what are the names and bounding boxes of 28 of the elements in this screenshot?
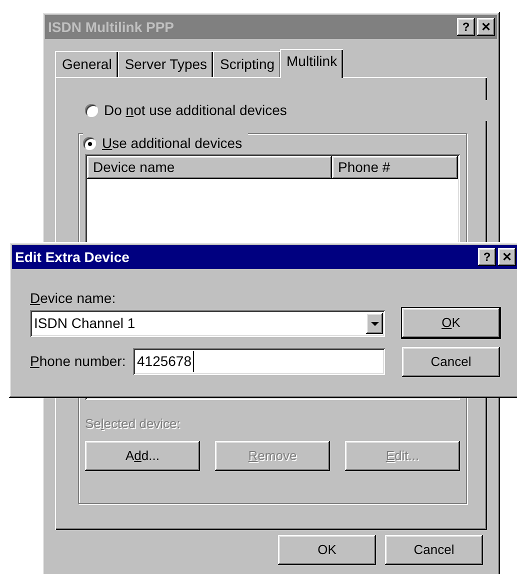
column-header[interactable]: Device name: [87, 156, 332, 179]
window-title: Edit Extra Device: [15, 248, 130, 266]
cancel-button[interactable]: Cancel: [385, 535, 483, 565]
add-button[interactable]: Add...: [85, 440, 200, 470]
ok-button[interactable]: OK: [402, 308, 500, 338]
ok-button[interactable]: OK: [278, 535, 376, 565]
radio-label[interactable]: Do not use additional devices: [104, 100, 287, 121]
phone-number-label: Phone number:: [30, 352, 127, 371]
help-button[interactable]: ?: [478, 248, 496, 266]
radio-button[interactable]: [83, 137, 96, 150]
selected-device-label: Selected device:: [85, 415, 182, 433]
dropdown-button[interactable]: [366, 313, 383, 334]
phone-number-field[interactable]: 4125678: [133, 348, 385, 375]
radio-button[interactable]: [85, 104, 98, 117]
device-name-combo[interactable]: ISDN Channel 1: [30, 310, 385, 337]
tab[interactable]: Scripting: [213, 51, 281, 77]
caret-icon: [370, 322, 378, 326]
tab[interactable]: Multilink: [280, 49, 344, 78]
help-button[interactable]: ?: [457, 18, 475, 36]
close-button[interactable]: ✕: [498, 248, 516, 266]
cancel-button[interactable]: Cancel: [402, 347, 500, 377]
window-title: ISDN Multilink PPP: [48, 18, 174, 36]
close-button[interactable]: ✕: [477, 18, 495, 36]
column-header[interactable]: Phone #: [332, 156, 458, 179]
tab[interactable]: General: [55, 51, 118, 77]
device-name-label: Device name:: [30, 289, 117, 306]
combo-value: ISDN Channel 1: [34, 314, 136, 333]
tab[interactable]: Server Types: [118, 51, 214, 77]
